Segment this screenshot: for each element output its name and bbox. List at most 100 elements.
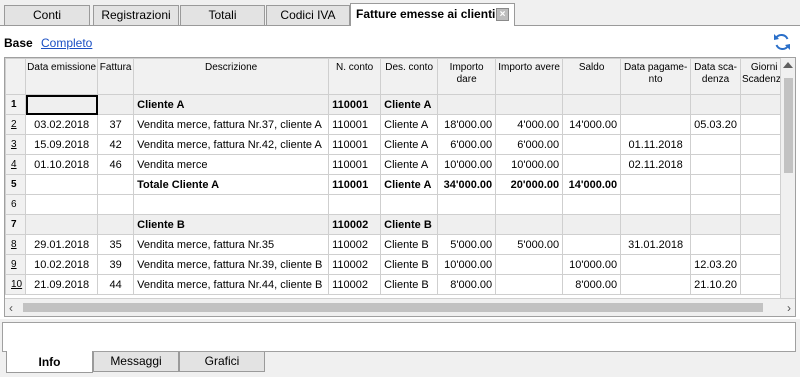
- cell-saldo[interactable]: [562, 214, 622, 235]
- cell-avere[interactable]: [495, 214, 564, 235]
- cell-conto[interactable]: 110002: [328, 214, 382, 235]
- view-completo-link[interactable]: Completo: [41, 36, 92, 50]
- cell-fattura[interactable]: [97, 94, 135, 115]
- cell-scadenza[interactable]: 12.03.20: [690, 254, 741, 275]
- cell-des-conto[interactable]: Cliente B: [380, 234, 439, 255]
- cell-scadenza[interactable]: [690, 94, 741, 115]
- horizontal-scroll-thumb[interactable]: [23, 303, 763, 312]
- cell-conto[interactable]: 110001: [328, 154, 382, 175]
- table-row[interactable]: 1 Cliente A 110001 Cliente A: [5, 94, 789, 115]
- cell-saldo[interactable]: 8'000.00: [562, 274, 622, 295]
- cell-descrizione[interactable]: Cliente A: [133, 94, 330, 115]
- cell-pagamento[interactable]: [620, 94, 692, 115]
- cell-descrizione[interactable]: [133, 194, 330, 215]
- cell-avere[interactable]: 6'000.00: [495, 134, 564, 155]
- col-data-emissione[interactable]: Data emissione: [25, 58, 99, 95]
- cell-pagamento[interactable]: [620, 274, 692, 295]
- cell-avere[interactable]: [495, 194, 564, 215]
- cell-descrizione[interactable]: Vendita merce: [133, 154, 330, 175]
- cell-avere[interactable]: [495, 274, 564, 295]
- chevron-left-icon[interactable]: ‹: [9, 302, 13, 314]
- view-base[interactable]: Base: [4, 36, 33, 50]
- cell-conto[interactable]: [328, 194, 382, 215]
- cell-descrizione[interactable]: Vendita merce, fattura Nr.35: [133, 234, 330, 255]
- cell-pagamento[interactable]: 01.11.2018: [620, 134, 692, 155]
- col-descrizione[interactable]: Descrizione: [133, 58, 330, 95]
- cell-pagamento[interactable]: [620, 194, 692, 215]
- tab-registrazioni[interactable]: Registrazioni: [93, 5, 179, 25]
- cell-pagamento[interactable]: 02.11.2018: [620, 154, 692, 175]
- cell-dare[interactable]: 8'000.00: [437, 274, 497, 295]
- cell-data[interactable]: [25, 214, 99, 235]
- row-number[interactable]: 8: [5, 234, 27, 255]
- cell-data[interactable]: [25, 174, 99, 195]
- table-row[interactable]: 6: [5, 194, 789, 215]
- cell-fattura[interactable]: 37: [97, 114, 135, 135]
- col-saldo[interactable]: Saldo: [562, 58, 622, 95]
- cell-avere[interactable]: 20'000.00: [495, 174, 564, 195]
- cell-des-conto[interactable]: Cliente A: [380, 154, 439, 175]
- col-data-pagamento[interactable]: Data pagame-nto: [620, 58, 692, 95]
- table-row[interactable]: 7 Cliente B 110002 Cliente B: [5, 214, 789, 235]
- cell-conto[interactable]: 110002: [328, 274, 382, 295]
- cell-dare[interactable]: 5'000.00: [437, 234, 497, 255]
- cell-dare[interactable]: 10'000.00: [437, 254, 497, 275]
- cell-saldo[interactable]: [562, 194, 622, 215]
- cell-dare[interactable]: 34'000.00: [437, 174, 497, 195]
- cell-data[interactable]: 10.02.2018: [25, 254, 99, 275]
- cell-des-conto[interactable]: Cliente B: [380, 254, 439, 275]
- cell-conto[interactable]: 110001: [328, 134, 382, 155]
- cell-saldo[interactable]: [562, 234, 622, 255]
- cell-descrizione[interactable]: Cliente B: [133, 214, 330, 235]
- cell-fattura[interactable]: 46: [97, 154, 135, 175]
- cell-data[interactable]: [25, 94, 99, 115]
- cell-scadenza[interactable]: [690, 154, 741, 175]
- col-importo-avere[interactable]: Importo avere: [495, 58, 564, 95]
- cell-dare[interactable]: [437, 194, 497, 215]
- cell-fattura[interactable]: [97, 194, 135, 215]
- cell-avere[interactable]: [495, 254, 564, 275]
- cell-descrizione[interactable]: Totale Cliente A: [133, 174, 330, 195]
- table-row[interactable]: 2 03.02.2018 37 Vendita merce, fattura N…: [5, 114, 789, 135]
- cell-conto[interactable]: 110001: [328, 114, 382, 135]
- cell-descrizione[interactable]: Vendita merce, fattura Nr.44, cliente B: [133, 274, 330, 295]
- cell-des-conto[interactable]: [380, 194, 439, 215]
- cell-dare[interactable]: [437, 94, 497, 115]
- cell-avere[interactable]: 4'000.00: [495, 114, 564, 135]
- cell-avere[interactable]: 5'000.00: [495, 234, 564, 255]
- cell-fattura[interactable]: 44: [97, 274, 135, 295]
- table-row[interactable]: 9 10.02.2018 39 Vendita merce, fattura N…: [5, 254, 789, 275]
- cell-des-conto[interactable]: Cliente B: [380, 214, 439, 235]
- col-data-scadenza[interactable]: Data sca-denza: [690, 58, 741, 95]
- tab-messaggi[interactable]: Messaggi: [93, 352, 179, 372]
- vertical-scrollbar[interactable]: [780, 58, 795, 298]
- cell-scadenza[interactable]: [690, 234, 741, 255]
- cell-saldo[interactable]: [562, 94, 622, 115]
- cell-avere[interactable]: [495, 94, 564, 115]
- cell-scadenza[interactable]: [690, 194, 741, 215]
- cell-pagamento[interactable]: [620, 214, 692, 235]
- cell-saldo[interactable]: [562, 134, 622, 155]
- cell-pagamento[interactable]: 31.01.2018: [620, 234, 692, 255]
- cell-descrizione[interactable]: Vendita merce, fattura Nr.37, cliente A: [133, 114, 330, 135]
- tab-conti[interactable]: Conti: [4, 5, 90, 25]
- refresh-icon[interactable]: [772, 32, 792, 52]
- close-icon[interactable]: ×: [496, 8, 509, 21]
- cell-pagamento[interactable]: [620, 114, 692, 135]
- cell-data[interactable]: 15.09.2018: [25, 134, 99, 155]
- tab-info[interactable]: Info: [6, 351, 93, 373]
- cell-saldo[interactable]: [562, 154, 622, 175]
- cell-dare[interactable]: [437, 214, 497, 235]
- cell-scadenza[interactable]: 05.03.20: [690, 114, 741, 135]
- scroll-up-icon[interactable]: [783, 62, 793, 68]
- cell-conto[interactable]: 110001: [328, 174, 382, 195]
- horizontal-scrollbar[interactable]: ‹ ›: [5, 298, 795, 316]
- row-number[interactable]: 3: [5, 134, 27, 155]
- row-number[interactable]: 10: [5, 274, 27, 295]
- cell-data[interactable]: 03.02.2018: [25, 114, 99, 135]
- cell-conto[interactable]: 110002: [328, 234, 382, 255]
- cell-saldo[interactable]: 14'000.00: [562, 174, 622, 195]
- cell-fattura[interactable]: 42: [97, 134, 135, 155]
- row-number[interactable]: 9: [5, 254, 27, 275]
- cell-dare[interactable]: 18'000.00: [437, 114, 497, 135]
